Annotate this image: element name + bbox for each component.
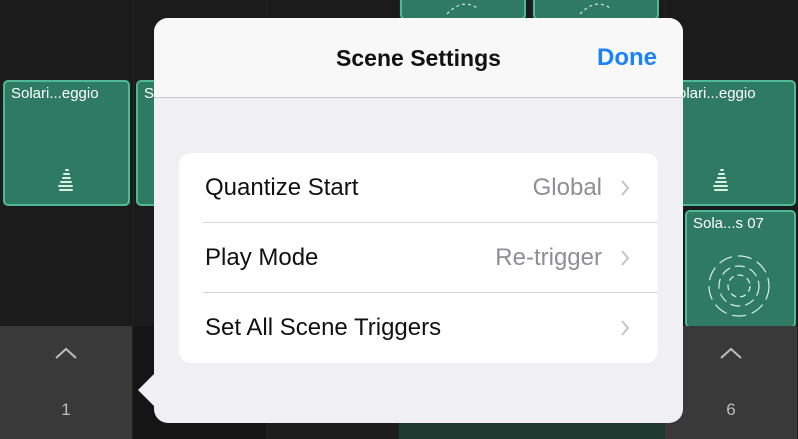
quantize-start-row[interactable]: Quantize Start Global bbox=[179, 153, 658, 223]
scene-trigger-6[interactable]: 6 bbox=[665, 326, 798, 439]
waveform-icon bbox=[446, 3, 478, 15]
spiral-waveform-icon bbox=[713, 169, 728, 191]
settings-list: Quantize Start Global Play Mode Re-trigg… bbox=[179, 153, 658, 363]
clip-label: Sola...s 07 bbox=[693, 215, 764, 232]
clip-label: Solari...eggio bbox=[11, 85, 99, 102]
row-label: Set All Scene Triggers bbox=[205, 314, 442, 341]
circular-waveform-icon bbox=[708, 255, 770, 317]
row-value: Global bbox=[532, 174, 602, 201]
chevron-right-icon bbox=[621, 320, 630, 336]
clip-cell[interactable]: Sola...s 07 bbox=[685, 210, 796, 328]
clip-cell[interactable]: Solari...eggio bbox=[3, 80, 130, 206]
scene-number: 1 bbox=[61, 400, 71, 419]
set-all-scene-triggers-row[interactable]: Set All Scene Triggers bbox=[179, 293, 658, 363]
row-value: Re-trigger bbox=[495, 244, 602, 271]
row-label: Play Mode bbox=[205, 244, 319, 271]
clip-cell[interactable] bbox=[533, 0, 659, 20]
clip-label: olari...eggio bbox=[678, 85, 756, 102]
clip-cell[interactable] bbox=[400, 0, 526, 20]
chevron-up-icon bbox=[55, 347, 77, 359]
done-button[interactable]: Done bbox=[597, 44, 657, 72]
chevron-right-icon bbox=[621, 180, 630, 196]
row-label: Quantize Start bbox=[205, 174, 359, 201]
chevron-up-icon bbox=[720, 347, 742, 359]
grid-divider bbox=[133, 0, 134, 325]
spiral-waveform-icon bbox=[58, 169, 73, 191]
waveform-icon bbox=[579, 3, 611, 15]
clip-cell[interactable]: olari...eggio bbox=[672, 80, 796, 206]
clip-label: S bbox=[144, 85, 154, 102]
chevron-right-icon bbox=[621, 250, 630, 266]
scene-trigger-1[interactable]: 1 bbox=[0, 326, 133, 439]
scene-number: 6 bbox=[726, 400, 736, 419]
popover-header: Scene Settings Done bbox=[154, 18, 683, 98]
play-mode-row[interactable]: Play Mode Re-trigger bbox=[179, 223, 658, 293]
scene-settings-popover: Scene Settings Done Quantize Start Globa… bbox=[154, 18, 683, 423]
